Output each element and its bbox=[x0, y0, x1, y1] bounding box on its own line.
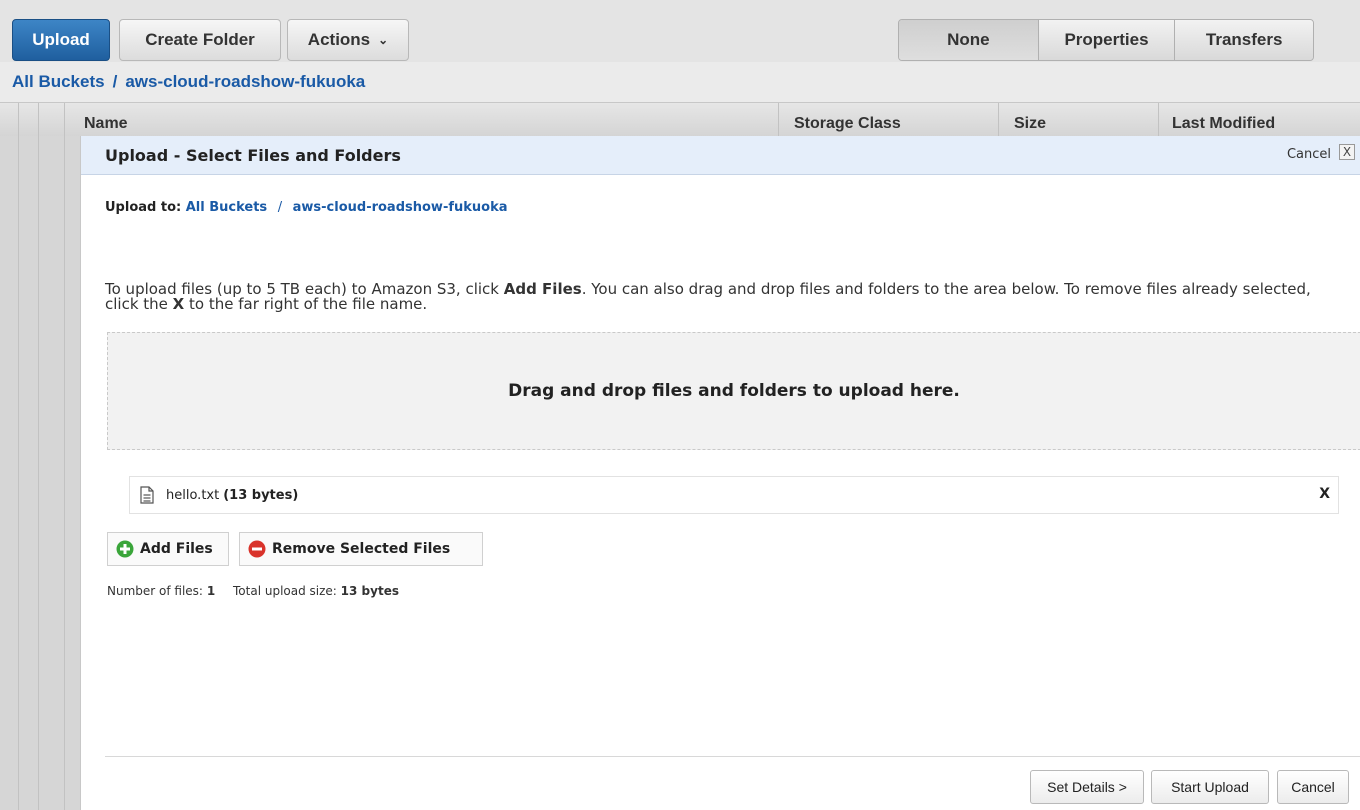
column-header-storage-class[interactable]: Storage Class bbox=[794, 115, 901, 133]
view-tab-properties[interactable]: Properties bbox=[1038, 20, 1176, 60]
footer-divider bbox=[105, 756, 1360, 757]
view-tab-none[interactable]: None bbox=[899, 20, 1039, 60]
file-list-item[interactable]: hello.txt (13 bytes) X bbox=[129, 476, 1339, 514]
upload-button[interactable]: Upload bbox=[12, 19, 110, 61]
column-divider bbox=[18, 103, 19, 137]
actions-button[interactable]: Actions ⌄ bbox=[287, 19, 409, 61]
instructions-x: X bbox=[172, 295, 185, 313]
create-folder-button[interactable]: Create Folder bbox=[119, 19, 281, 61]
minus-circle-icon bbox=[248, 540, 266, 558]
drop-zone-text: Drag and drop files and folders to uploa… bbox=[508, 381, 960, 401]
set-details-button[interactable]: Set Details > bbox=[1030, 770, 1144, 804]
file-size: (13 bytes) bbox=[223, 488, 299, 503]
file-icon bbox=[140, 486, 154, 508]
add-files-button[interactable]: Add Files bbox=[107, 532, 229, 566]
file-name-text: hello.txt bbox=[166, 488, 220, 503]
close-icon[interactable]: X bbox=[1339, 144, 1355, 160]
column-header-last-modified[interactable]: Last Modified bbox=[1172, 115, 1275, 133]
upload-to-bucket[interactable]: aws-cloud-roadshow-fukuoka bbox=[293, 200, 508, 215]
chevron-down-icon: ⌄ bbox=[378, 33, 389, 47]
view-toggle: None Properties Transfers bbox=[898, 19, 1314, 61]
instructions-add-files: Add Files bbox=[503, 280, 582, 298]
remove-selected-files-button[interactable]: Remove Selected Files bbox=[239, 532, 483, 566]
column-divider bbox=[1158, 103, 1159, 137]
breadcrumb: All Buckets / aws-cloud-roadshow-fukuoka bbox=[0, 62, 1360, 102]
file-name: hello.txt (13 bytes) bbox=[166, 488, 298, 503]
toolbar: Upload Create Folder Actions ⌄ None Prop… bbox=[0, 0, 1360, 62]
column-divider bbox=[64, 136, 65, 810]
file-count-value: 1 bbox=[206, 584, 216, 598]
upload-summary: Number of files: 1 Total upload size: 13… bbox=[107, 584, 399, 598]
add-files-label: Add Files bbox=[140, 541, 213, 557]
table-header: Name Storage Class Size Last Modified bbox=[0, 102, 1360, 138]
drop-zone[interactable]: Drag and drop files and folders to uploa… bbox=[107, 332, 1360, 450]
upload-destination: Upload to: All Buckets / aws-cloud-roads… bbox=[105, 200, 508, 215]
total-size-label: Total upload size: bbox=[233, 584, 337, 598]
column-header-size[interactable]: Size bbox=[1014, 115, 1046, 133]
breadcrumb-bucket[interactable]: aws-cloud-roadshow-fukuoka bbox=[125, 72, 365, 92]
column-divider bbox=[38, 103, 39, 137]
plus-circle-icon bbox=[116, 540, 134, 558]
table-gutter bbox=[0, 136, 80, 810]
file-count-label: Number of files: bbox=[107, 584, 203, 598]
dialog-cancel-link[interactable]: Cancel bbox=[1287, 147, 1331, 162]
column-divider bbox=[38, 136, 39, 810]
upload-to-label: Upload to: bbox=[105, 200, 182, 215]
column-divider bbox=[18, 136, 19, 810]
instructions-text: to the far right of the file name. bbox=[184, 295, 428, 313]
start-upload-button[interactable]: Start Upload bbox=[1151, 770, 1269, 804]
upload-to-all-buckets[interactable]: All Buckets bbox=[186, 200, 267, 215]
column-header-name[interactable]: Name bbox=[84, 115, 128, 133]
cancel-button[interactable]: Cancel bbox=[1277, 770, 1349, 804]
dialog-title-bar: Upload - Select Files and Folders Cancel… bbox=[81, 136, 1360, 175]
actions-label: Actions bbox=[307, 30, 371, 49]
column-divider bbox=[998, 103, 999, 137]
view-tab-transfers[interactable]: Transfers bbox=[1175, 20, 1313, 60]
dialog-title: Upload - Select Files and Folders bbox=[105, 146, 401, 165]
breadcrumb-separator: / bbox=[112, 72, 118, 91]
remove-file-icon[interactable]: X bbox=[1319, 486, 1330, 502]
upload-dialog: Upload - Select Files and Folders Cancel… bbox=[80, 136, 1360, 810]
column-divider bbox=[778, 103, 779, 137]
total-size-value: 13 bytes bbox=[340, 584, 399, 598]
breadcrumb-all-buckets[interactable]: All Buckets bbox=[12, 72, 105, 92]
column-divider bbox=[64, 103, 65, 137]
remove-selected-files-label: Remove Selected Files bbox=[272, 541, 451, 557]
upload-instructions: To upload files (up to 5 TB each) to Ama… bbox=[105, 282, 1345, 312]
upload-to-separator: / bbox=[277, 200, 283, 215]
